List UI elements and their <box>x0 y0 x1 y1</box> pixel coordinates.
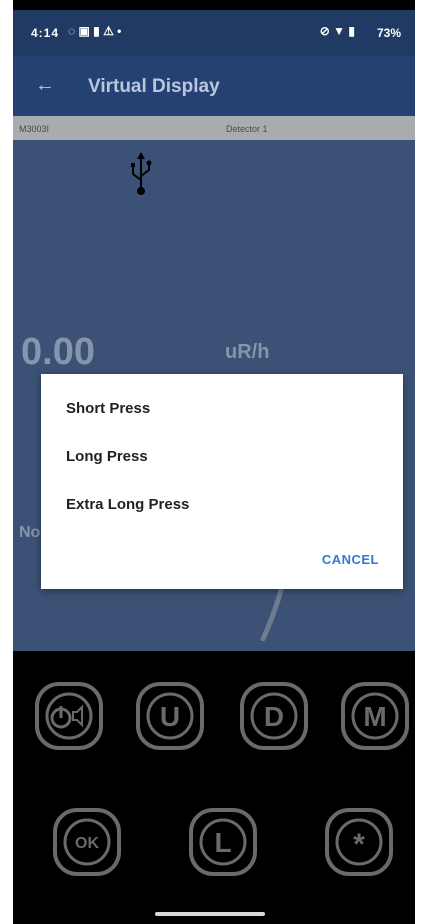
light-button-label: L <box>214 827 231 858</box>
down-button-label: D <box>264 701 284 732</box>
up-button-icon[interactable]: U <box>134 680 206 752</box>
back-arrow-icon[interactable]: ← <box>35 74 55 97</box>
device-model: M3003I <box>19 124 50 134</box>
device-info-bar: M3003I Detector 1 <box>13 116 415 140</box>
star-button-label: * <box>353 828 365 861</box>
status-time: 4:14 <box>31 26 60 40</box>
press-type-dialog: Short Press Long Press Extra Long Press … <box>41 374 403 589</box>
wifi-icon: ⊘ ▼ ▮ <box>319 24 355 38</box>
battery-percent: 73% <box>376 26 401 40</box>
long-press-option[interactable]: Long Press <box>66 448 148 465</box>
gauge-needle-icon <box>260 581 286 641</box>
detector-label: Detector 1 <box>226 124 268 134</box>
usb-icon <box>131 152 152 195</box>
status-text-partial: No <box>19 524 41 541</box>
extra-long-press-option[interactable]: Extra Long Press <box>66 496 189 513</box>
dose-rate-unit: uR/h <box>225 341 270 363</box>
cancel-button[interactable]: CANCEL <box>322 552 379 567</box>
gesture-nav-bar[interactable] <box>155 912 265 916</box>
up-button-label: U <box>160 701 180 732</box>
status-bar: 4:14 ◌ ▣ ▮ ⚠ • ⊘ ▼ ▮ 73% <box>13 10 415 56</box>
dose-rate-value: 0.00 <box>21 331 95 373</box>
short-press-option[interactable]: Short Press <box>66 400 150 417</box>
notification-icons: ◌ ▣ ▮ ⚠ • <box>68 24 122 38</box>
light-button-icon[interactable]: L <box>187 806 259 878</box>
app-bar: ← Virtual Display <box>13 56 415 116</box>
power-mute-button-icon[interactable] <box>33 680 105 752</box>
ok-button-label: OK <box>75 835 99 852</box>
star-button-icon[interactable]: * <box>323 806 395 878</box>
down-button-icon[interactable]: D <box>238 680 310 752</box>
page-title: Virtual Display <box>88 76 220 97</box>
mode-button-icon[interactable]: M <box>339 680 411 752</box>
mode-button-label: M <box>363 701 386 732</box>
ok-button-icon[interactable]: OK <box>51 806 123 878</box>
